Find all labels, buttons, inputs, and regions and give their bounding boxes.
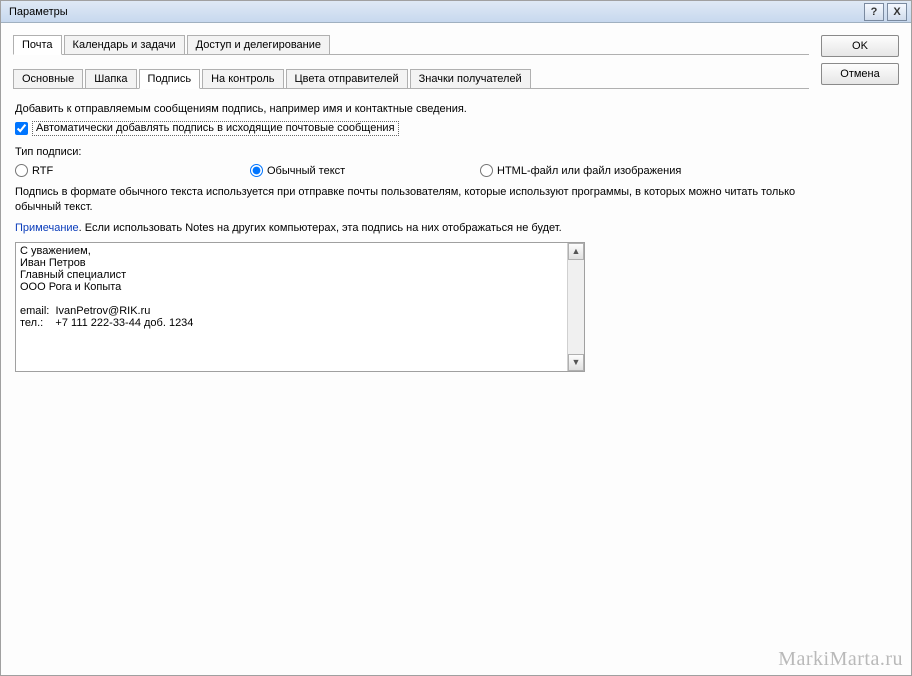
- radio-plain-label: Обычный текст: [267, 165, 345, 177]
- watermark: MarkiMarta.ru: [778, 648, 903, 671]
- subtab-header[interactable]: Шапка: [85, 69, 136, 89]
- radio-plain[interactable]: [250, 164, 263, 177]
- scroll-down-icon[interactable]: ▼: [568, 354, 584, 371]
- signature-pane: Добавить к отправляемым сообщениям подпи…: [13, 89, 809, 380]
- close-button[interactable]: X: [887, 3, 907, 21]
- note-line: Примечание. Если использовать Notes на д…: [15, 221, 807, 236]
- scroll-up-icon[interactable]: ▲: [568, 243, 584, 260]
- subtab-basic[interactable]: Основные: [13, 69, 83, 89]
- subtab-control[interactable]: На контроль: [202, 69, 283, 89]
- subtab-colors[interactable]: Цвета отправителей: [286, 69, 408, 89]
- dialog-buttons: OK Отмена: [821, 35, 899, 91]
- textarea-scrollbar[interactable]: ▲ ▼: [567, 243, 584, 371]
- note-label: Примечание: [15, 222, 79, 234]
- radio-html-label: HTML-файл или файл изображения: [497, 165, 681, 177]
- radio-html[interactable]: [480, 164, 493, 177]
- help-button[interactable]: ?: [864, 3, 884, 21]
- auto-signature-row: Автоматически добавлять подпись в исходя…: [15, 121, 807, 136]
- subtab-icons[interactable]: Значки получателей: [410, 69, 531, 89]
- content-area: OK Отмена Почта Календарь и задачи Досту…: [1, 23, 911, 675]
- titlebar: Параметры ? X: [1, 1, 911, 23]
- window-title: Параметры: [5, 6, 861, 18]
- signature-textarea[interactable]: С уважением, Иван Петров Главный специал…: [16, 243, 567, 371]
- radio-rtf-label: RTF: [32, 165, 53, 177]
- sub-tabs: Основные Шапка Подпись На контроль Цвета…: [13, 67, 809, 89]
- signature-type-radios: RTF Обычный текст HTML-файл или файл изо…: [15, 164, 807, 177]
- plain-text-description: Подпись в формате обычного текста исполь…: [15, 185, 807, 215]
- main-tabs: Почта Календарь и задачи Доступ и делеги…: [13, 33, 809, 55]
- subtab-signature[interactable]: Подпись: [139, 69, 201, 89]
- auto-signature-label: Автоматически добавлять подпись в исходя…: [32, 121, 399, 136]
- intro-text: Добавить к отправляемым сообщениям подпи…: [15, 103, 807, 115]
- scroll-track[interactable]: [568, 260, 584, 354]
- note-text: . Если использовать Notes на других комп…: [79, 222, 562, 234]
- tab-access[interactable]: Доступ и делегирование: [187, 35, 330, 55]
- radio-rtf[interactable]: [15, 164, 28, 177]
- ok-button[interactable]: OK: [821, 35, 899, 57]
- signature-textarea-wrap: С уважением, Иван Петров Главный специал…: [15, 242, 585, 372]
- cancel-button[interactable]: Отмена: [821, 63, 899, 85]
- settings-window: Параметры ? X OK Отмена Почта Календарь …: [0, 0, 912, 676]
- tab-mail[interactable]: Почта: [13, 35, 62, 55]
- signature-type-label: Тип подписи:: [15, 146, 807, 158]
- auto-signature-checkbox[interactable]: [15, 122, 28, 135]
- tab-calendar[interactable]: Календарь и задачи: [64, 35, 185, 55]
